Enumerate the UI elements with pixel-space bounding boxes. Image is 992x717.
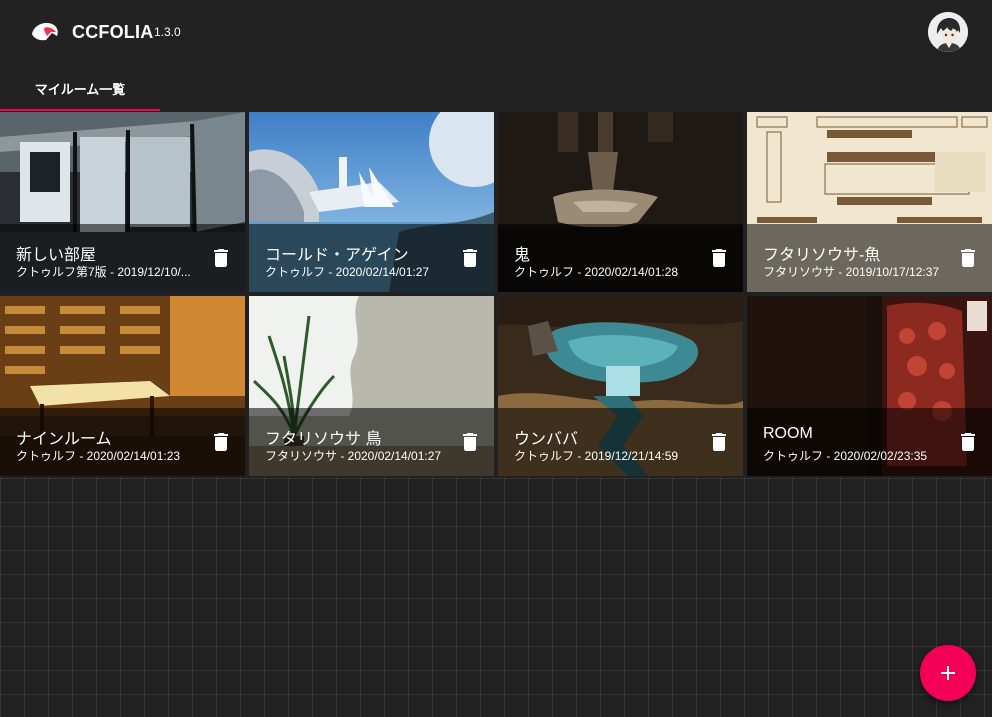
room-subtitle: クトゥルフ - 2020/02/14/01:27 bbox=[265, 265, 430, 279]
room-card[interactable]: 鬼 クトゥルフ - 2020/02/14/01:28 bbox=[498, 112, 743, 292]
add-room-button[interactable] bbox=[920, 645, 976, 701]
app-title: CCFOLIA bbox=[72, 22, 154, 42]
room-subtitle: フタリソウサ - 2020/02/14/01:27 bbox=[265, 449, 442, 463]
room-info-bar: ナインルーム クトゥルフ - 2020/02/14/01:23 bbox=[0, 408, 245, 476]
room-subtitle: クトゥルフ - 2019/12/21/14:59 bbox=[514, 449, 679, 463]
room-subtitle: クトゥルフ - 2020/02/14/01:23 bbox=[16, 449, 181, 463]
ccfolia-logo-icon bbox=[32, 23, 58, 41]
room-name: フタリソウサ 鳥 bbox=[265, 431, 382, 448]
room-subtitle: クトゥルフ - 2020/02/02/23:35 bbox=[763, 449, 928, 463]
trash-icon[interactable] bbox=[209, 430, 233, 454]
room-info-bar: フタリソウサ-魚 フタリソウサ - 2019/10/17/12:37 bbox=[747, 224, 992, 292]
trash-icon[interactable] bbox=[707, 246, 731, 270]
room-subtitle: フタリソウサ - 2019/10/17/12:37 bbox=[763, 265, 940, 279]
room-info-bar: 鬼 クトゥルフ - 2020/02/14/01:28 bbox=[498, 224, 743, 292]
tab-my-rooms[interactable]: マイルーム一覧 bbox=[0, 64, 160, 111]
room-info-bar: ウンババ クトゥルフ - 2019/12/21/14:59 bbox=[498, 408, 743, 476]
room-info-bar: 新しい部屋 クトゥルフ第7版 - 2019/12/10/... bbox=[0, 224, 245, 292]
user-avatar[interactable] bbox=[928, 12, 968, 52]
room-card[interactable]: 新しい部屋 クトゥルフ第7版 - 2019/12/10/... bbox=[0, 112, 245, 292]
room-card[interactable]: ナインルーム クトゥルフ - 2020/02/14/01:23 bbox=[0, 296, 245, 476]
room-info-bar: コールド・アゲイン クトゥルフ - 2020/02/14/01:27 bbox=[249, 224, 494, 292]
plus-icon bbox=[941, 666, 955, 680]
room-name: フタリソウサ-魚 bbox=[763, 247, 881, 264]
room-name: 鬼 bbox=[514, 247, 531, 264]
room-name: ROOM bbox=[763, 425, 813, 442]
app-bar: CCFOLIA 1.3.0 マイルーム一覧 bbox=[0, 0, 992, 111]
room-name: ナインルーム bbox=[16, 431, 112, 448]
trash-icon[interactable] bbox=[956, 246, 980, 270]
trash-icon[interactable] bbox=[458, 246, 482, 270]
room-card[interactable]: フタリソウサ 鳥 フタリソウサ - 2020/02/14/01:27 bbox=[249, 296, 494, 476]
room-card[interactable]: フタリソウサ-魚 フタリソウサ - 2019/10/17/12:37 bbox=[747, 112, 992, 292]
room-card[interactable]: ウンババ クトゥルフ - 2019/12/21/14:59 bbox=[498, 296, 743, 476]
room-name: ウンババ bbox=[514, 431, 579, 448]
room-list: 新しい部屋 クトゥルフ第7版 - 2019/12/10/... コールド・アゲイ… bbox=[0, 112, 992, 476]
room-card[interactable]: ROOM クトゥルフ - 2020/02/02/23:35 bbox=[747, 296, 992, 476]
room-info-bar: フタリソウサ 鳥 フタリソウサ - 2020/02/14/01:27 bbox=[249, 408, 494, 476]
room-info-bar: ROOM クトゥルフ - 2020/02/02/23:35 bbox=[747, 408, 992, 476]
tab-indicator bbox=[0, 109, 160, 111]
trash-icon[interactable] bbox=[209, 246, 233, 270]
grid-background bbox=[0, 478, 992, 717]
room-card[interactable]: コールド・アゲイン クトゥルフ - 2020/02/14/01:27 bbox=[249, 112, 494, 292]
tab-my-rooms-label: マイルーム一覧 bbox=[34, 82, 126, 97]
room-name: コールド・アゲイン bbox=[265, 247, 409, 264]
room-subtitle: クトゥルフ第7版 - 2019/12/10/... bbox=[16, 265, 191, 279]
avatar-image bbox=[928, 12, 968, 52]
trash-icon[interactable] bbox=[707, 430, 731, 454]
app-version: 1.3.0 bbox=[154, 25, 181, 39]
room-name: 新しい部屋 bbox=[16, 247, 97, 264]
room-subtitle: クトゥルフ - 2020/02/14/01:28 bbox=[514, 265, 679, 279]
trash-icon[interactable] bbox=[956, 430, 980, 454]
trash-icon[interactable] bbox=[458, 430, 482, 454]
